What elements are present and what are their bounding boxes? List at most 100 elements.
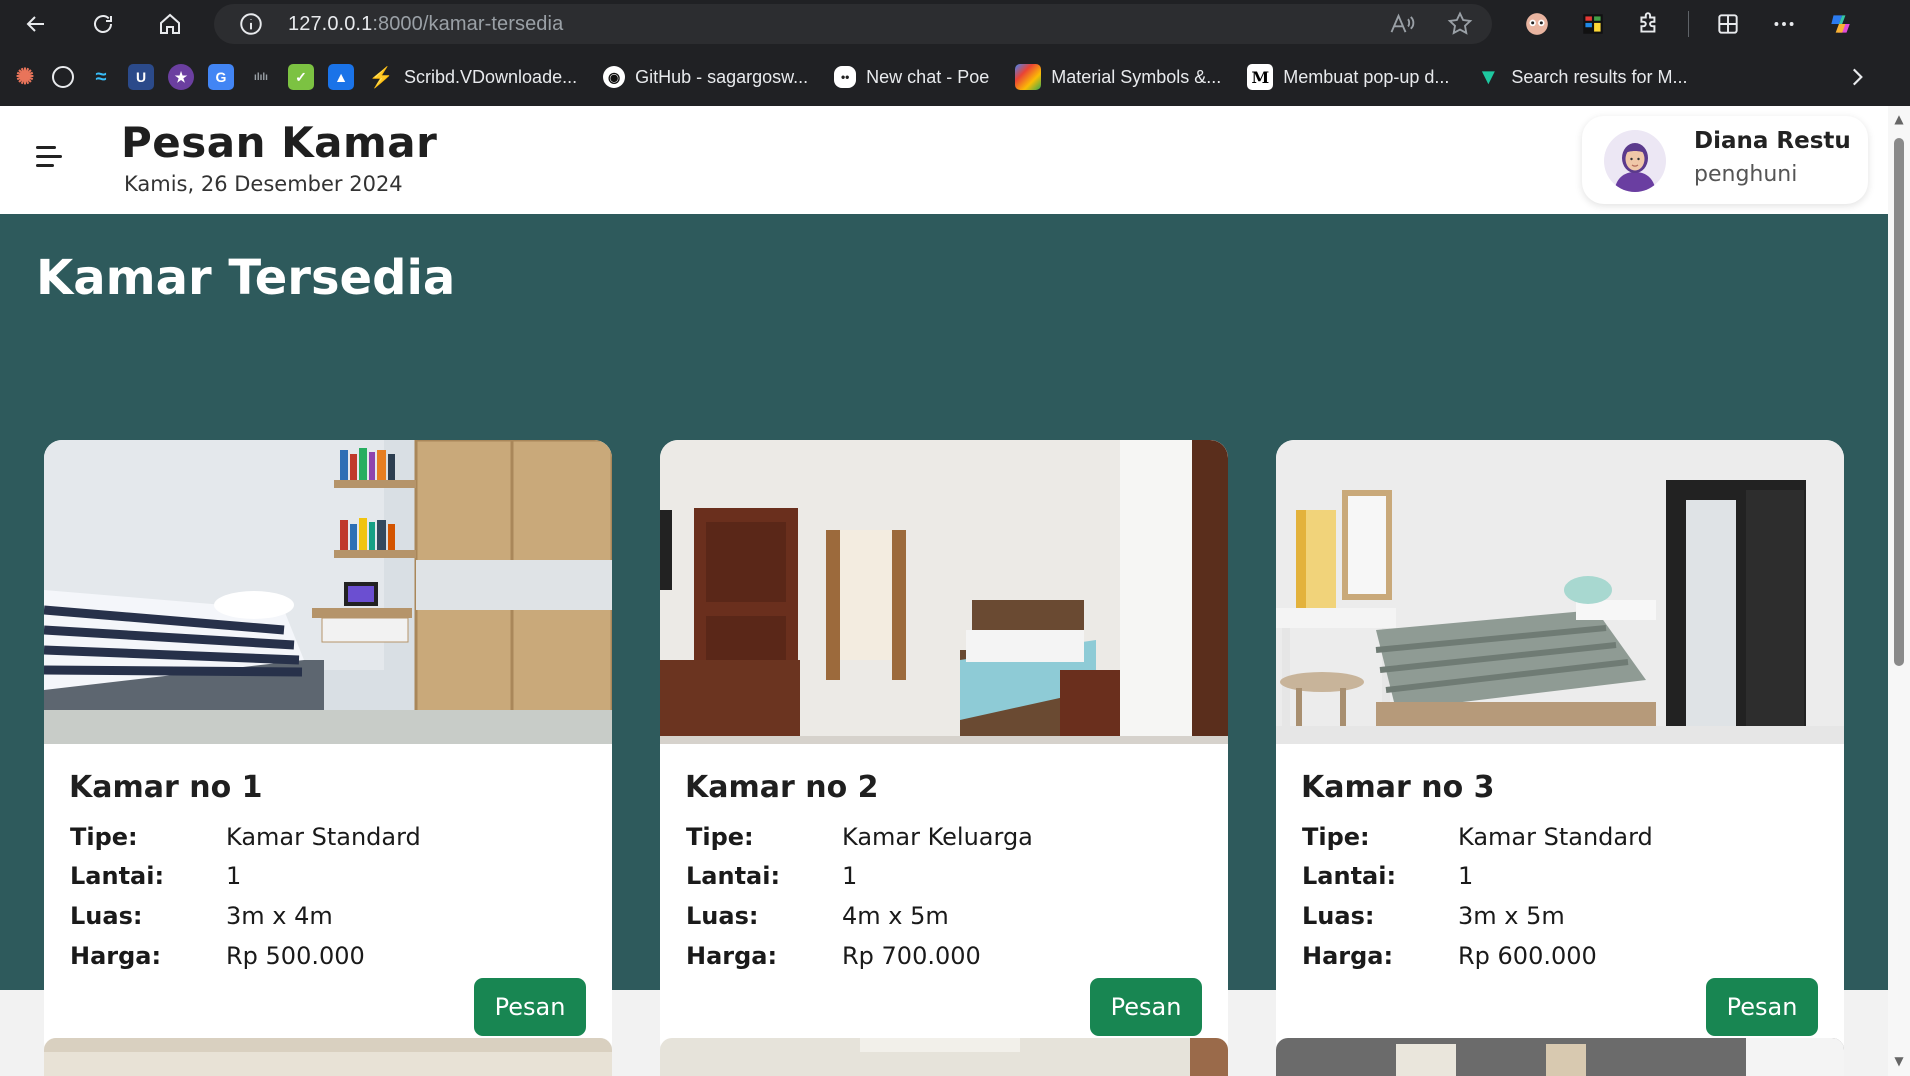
room-photo xyxy=(660,440,1228,744)
cisco-icon[interactable]: ılılı xyxy=(248,64,274,90)
room-card: Kamar no 3 Tipe: Kamar Standard Lantai: 1 … xyxy=(1276,440,1844,1060)
read-aloud-icon[interactable] xyxy=(1388,10,1416,38)
price-value: Rp 700.000 xyxy=(842,942,981,970)
room-photo xyxy=(1276,440,1844,744)
type-label: Tipe: xyxy=(1302,823,1370,851)
scroll-down-arrow-icon[interactable]: ▼ xyxy=(1891,1054,1907,1070)
room-photo xyxy=(44,1038,612,1076)
github-icon: ◉ xyxy=(603,66,626,88)
bolt-icon: ⚡ xyxy=(368,66,394,89)
user-name: Diana Restu xyxy=(1694,128,1851,154)
book-button[interactable]: Pesan xyxy=(474,978,586,1036)
bookmarks-bar: ✺ ≈ U ★ G ılılı ✓ ▲ ⚡ Scribd.VDownloade.… xyxy=(0,48,1910,106)
medium-icon: M xyxy=(1247,64,1274,90)
room-card-partial xyxy=(44,1038,612,1076)
bookmark-label: New chat - Poe xyxy=(866,66,990,87)
url-text: 127.0.0.1:8000/kamar-tersedia xyxy=(288,12,564,35)
scroll-thumb[interactable] xyxy=(1894,138,1904,666)
bookmark-search[interactable]: ▼ Search results for M... xyxy=(1475,64,1688,90)
favorite-star-icon[interactable] xyxy=(1446,10,1474,38)
browser-toolbar: 127.0.0.1:8000/kamar-tersedia xyxy=(0,0,1910,48)
bookmark-label: Membuat pop-up d... xyxy=(1283,66,1450,87)
extensions-puzzle-icon[interactable] xyxy=(1632,7,1666,41)
size-value: 3m x 4m xyxy=(226,902,333,930)
check-icon[interactable]: ✓ xyxy=(288,64,314,90)
room-photo xyxy=(44,440,612,744)
material-icon xyxy=(1015,64,1042,90)
price-value: Rp 600.000 xyxy=(1458,942,1597,970)
page-title: Pesan Kamar xyxy=(121,118,438,167)
size-value: 3m x 5m xyxy=(1458,902,1565,930)
contacts-icon[interactable]: ▲ xyxy=(328,64,354,90)
book-button[interactable]: Pesan xyxy=(1090,978,1202,1036)
hamburger-menu-icon[interactable] xyxy=(36,146,64,170)
bookmark-material[interactable]: Material Symbols &... xyxy=(1015,64,1221,90)
available-rooms-section: Kamar Tersedia Kamar no 1 Tipe: Kamar St… xyxy=(0,214,1888,1060)
translate-icon[interactable]: G xyxy=(208,64,234,90)
collections-icon[interactable] xyxy=(1711,7,1745,41)
room-photo xyxy=(1276,1038,1844,1076)
book-button[interactable]: Pesan xyxy=(1706,978,1818,1036)
floor-value: 1 xyxy=(226,862,242,890)
copilot-icon[interactable] xyxy=(1823,7,1857,41)
home-icon[interactable] xyxy=(153,7,187,41)
room-card: Kamar no 2 Tipe: Kamar Keluarga Lantai: 1 … xyxy=(660,440,1228,1060)
floor-label: Lantai: xyxy=(1302,862,1397,890)
info-icon[interactable] xyxy=(238,11,264,37)
university-logo-icon[interactable]: U xyxy=(128,64,154,90)
bookmark-medium[interactable]: M Membuat pop-up d... xyxy=(1247,64,1449,90)
bookmark-label: Scribd.VDownloade... xyxy=(404,66,578,87)
user-profile[interactable]: Diana Restu penghuni xyxy=(1582,116,1868,204)
reload-icon[interactable] xyxy=(86,7,120,41)
size-label: Luas: xyxy=(70,902,143,930)
top-bar: Pesan Kamar Kamis, 26 Desember 2024 Dian… xyxy=(0,106,1888,214)
type-value: Kamar Standard xyxy=(226,823,421,851)
room-card: Kamar no 1 Tipe: Kamar Standard Lantai: 1 … xyxy=(44,440,612,1060)
room-card-partial xyxy=(1276,1038,1844,1076)
back-arrow-icon[interactable] xyxy=(19,7,53,41)
room-card-partial xyxy=(660,1038,1228,1076)
bookmark-poe[interactable]: •• New chat - Poe xyxy=(834,66,989,88)
bookmark-label: GitHub - sagargosw... xyxy=(635,66,809,87)
size-value: 4m x 5m xyxy=(842,902,949,930)
floor-value: 1 xyxy=(842,862,858,890)
page-date: Kamis, 26 Desember 2024 xyxy=(124,172,403,196)
room-name: Kamar no 3 xyxy=(1301,770,1495,805)
price-label: Harga: xyxy=(70,942,162,970)
type-value: Kamar Keluarga xyxy=(842,823,1033,851)
openai-icon[interactable] xyxy=(52,66,74,88)
room-name: Kamar no 1 xyxy=(69,770,263,805)
floor-label: Lantai: xyxy=(686,862,781,890)
more-menu-icon[interactable] xyxy=(1767,7,1801,41)
page-scrollbar[interactable]: ▲ ▼ xyxy=(1888,106,1910,1076)
poe-icon: •• xyxy=(834,66,857,88)
tailwind-icon[interactable]: ≈ xyxy=(88,64,114,90)
price-value: Rp 500.000 xyxy=(226,942,365,970)
avatar xyxy=(1604,130,1666,192)
type-value: Kamar Standard xyxy=(1458,823,1653,851)
extension-eyes-icon[interactable] xyxy=(1520,7,1554,41)
room-name: Kamar no 2 xyxy=(685,770,879,805)
bookmark-scribd[interactable]: ⚡ Scribd.VDownloade... xyxy=(368,64,578,90)
scroll-up-arrow-icon[interactable]: ▲ xyxy=(1891,112,1907,128)
claude-icon[interactable]: ✺ xyxy=(12,64,38,90)
size-label: Luas: xyxy=(686,902,759,930)
chevron-right-icon[interactable] xyxy=(1844,64,1870,90)
floor-value: 1 xyxy=(1458,862,1474,890)
price-label: Harga: xyxy=(686,942,778,970)
section-title: Kamar Tersedia xyxy=(36,250,456,306)
type-label: Tipe: xyxy=(686,823,754,851)
toolbar-divider xyxy=(1688,11,1689,37)
bookmark-label: Material Symbols &... xyxy=(1051,66,1222,87)
v-icon: ▼ xyxy=(1477,64,1500,89)
address-bar[interactable]: 127.0.0.1:8000/kamar-tersedia xyxy=(214,4,1492,44)
type-label: Tipe: xyxy=(70,823,138,851)
price-label: Harga: xyxy=(1302,942,1394,970)
room-photo xyxy=(660,1038,1228,1076)
extension-color-icon[interactable] xyxy=(1576,7,1610,41)
floor-label: Lantai: xyxy=(70,862,165,890)
bookmark-label: Search results for M... xyxy=(1511,66,1688,87)
bookmark-github[interactable]: ◉ GitHub - sagargosw... xyxy=(603,66,808,88)
seal-icon[interactable]: ★ xyxy=(168,64,194,90)
user-role: penghuni xyxy=(1694,162,1798,187)
